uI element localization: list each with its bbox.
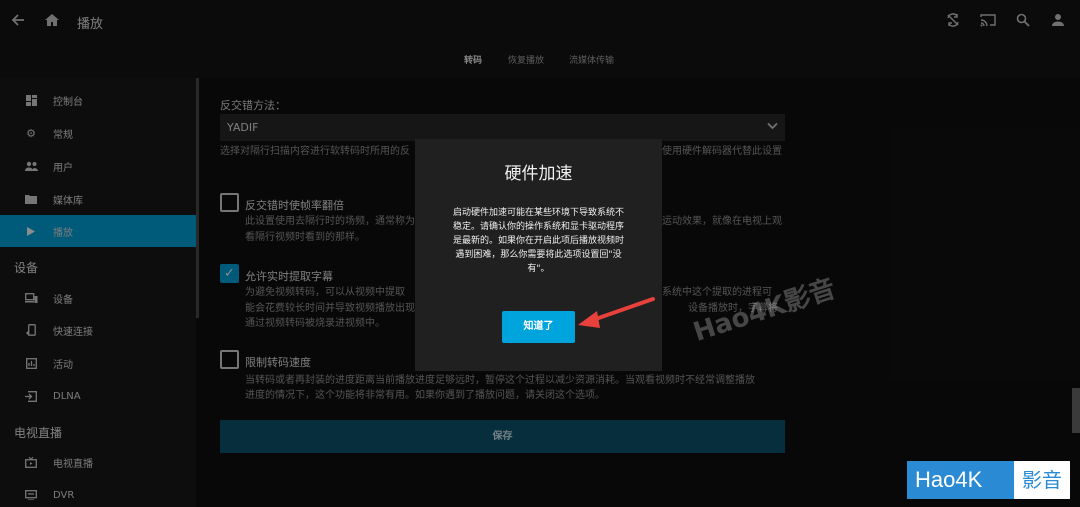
dialog-message-line: 有"。 bbox=[527, 264, 550, 274]
brand-logo-text-right: 影音 bbox=[1014, 461, 1070, 499]
brand-logo: Hao4K 影音 bbox=[907, 461, 1070, 499]
dialog-message-line: 是最新的。如果你在开启此项后播放视频时 bbox=[452, 236, 624, 246]
dialog-title: 硬件加速 bbox=[504, 164, 573, 184]
dialog-message: 启动硬件加速可能在某些环境下导致系统不 稳定。请确认你的操作系统和显卡驱动程序 … bbox=[433, 206, 644, 276]
dialog-message-line: 遇到困难，那么你需要将此选项设置回"没 bbox=[455, 250, 622, 260]
annotation-arrow-icon bbox=[578, 297, 655, 328]
dialog-message-line: 启动硬件加速可能在某些环境下导致系统不 bbox=[452, 208, 624, 218]
brand-logo-text: Hao4K bbox=[915, 467, 983, 492]
got-it-button[interactable]: 知道了 bbox=[502, 311, 575, 343]
hardware-acceleration-dialog: 硬件加速 启动硬件加速可能在某些环境下导致系统不 稳定。请确认你的操作系统和显卡… bbox=[415, 139, 662, 371]
right-edge-handle bbox=[1072, 388, 1080, 433]
dialog-message-line: 稳定。请确认你的操作系统和显卡驱动程序 bbox=[452, 222, 624, 232]
